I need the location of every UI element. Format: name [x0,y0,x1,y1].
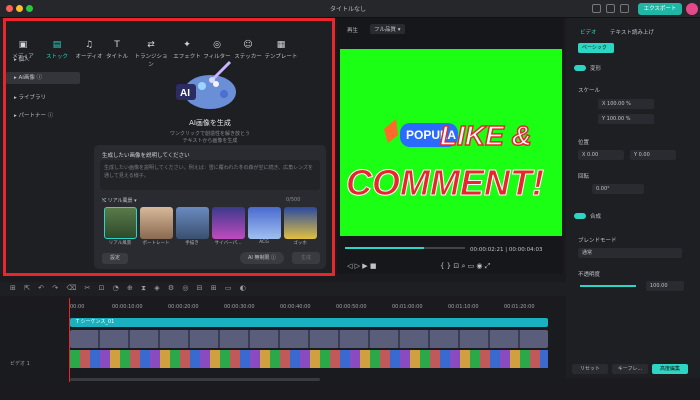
playhead[interactable] [69,298,70,382]
minimize-window-button[interactable] [16,5,23,12]
close-window-button[interactable] [6,5,13,12]
tab-video[interactable]: ビデオ [580,28,597,36]
position-y-field[interactable]: Y 0.00 [630,150,676,160]
opacity-label: 不透明度 [578,272,601,278]
rotate-label: 回転 [578,174,590,180]
ruler-tick: 00:00:30:00 [224,304,255,310]
reset-button[interactable]: リセット [572,364,608,374]
svg-text:COMMENT!: COMMENT! [346,162,544,203]
transform-label: 変形 [590,66,602,72]
zoom-window-button[interactable] [26,5,33,12]
playback-controls[interactable]: ◁ ▷ ▶ ■ [347,262,376,270]
blend-label: ブレンドモード [578,238,617,244]
basic-tab[interactable]: ベーシック [578,43,614,53]
timeline-scrollbar[interactable] [70,378,320,381]
advanced-edit-button[interactable]: 高度編集 [652,364,688,374]
ruler-tick: 00:00:50:00 [336,304,367,310]
video-track-2[interactable] [70,330,548,348]
ruler-tick: 00:00 [70,304,85,310]
ruler-tick: 00:01:20:00 [504,304,535,310]
ruler-tick: 00:00:40:00 [280,304,311,310]
video-track-1[interactable] [70,350,548,368]
position-x-field[interactable]: X 0.00 [578,150,624,160]
position-label: 位置 [578,140,590,146]
blend-select[interactable]: 通常 [578,248,682,258]
preview-canvas[interactable]: POPULA LIKE & COMMENT! [340,49,562,236]
scale-y-field[interactable]: Y 100.00 % [598,114,654,124]
transform-toggle[interactable] [574,65,586,71]
ruler-tick: 00:00:20:00 [168,304,199,310]
preview-label: 再生 [347,28,359,34]
preview-seekbar-fill [345,247,425,249]
ruler-tick: 00:00:10:00 [112,304,143,310]
track-label: ビデオ 1 [10,361,30,367]
svg-text:LIKE &: LIKE & [440,120,532,151]
cloud-icon[interactable] [620,4,629,13]
window-title: タイトルなし [330,6,367,13]
rotate-field[interactable]: 0.00° [592,184,644,194]
layout-icon[interactable] [592,4,601,13]
property-panel [566,18,700,378]
quality-select[interactable]: フル品質 ▾ [370,24,405,34]
share-icon[interactable] [606,4,615,13]
keyframe-button[interactable]: キーフレ... [612,364,648,374]
like-comment-graphic: POPULA LIKE & COMMENT! [346,119,544,204]
composite-toggle[interactable] [574,213,586,219]
ruler-tick: 00:01:10:00 [448,304,479,310]
highlight-box [3,18,335,276]
opacity-field[interactable]: 100.00 [646,281,684,291]
avatar[interactable] [686,3,698,15]
timeline-tools[interactable]: ⊞ ⇱ ↶ ↷ ⌫ ✂ ⊡ ◔ ⊕ ⧗ ◈ ⚙ ◎ ⊟ ⊞ ▭ ◐ [10,284,249,293]
scale-x-field[interactable]: X 100.00 % [598,99,654,109]
opacity-slider[interactable] [580,285,636,287]
composite-label: 合成 [590,214,602,220]
export-button[interactable]: エクスポート [638,3,682,15]
sequence-clip[interactable]: T シーケンス_01 [70,318,548,327]
scale-label: スケール [578,88,601,94]
timecode: 00:00:02:21 | 00:00:04:03 [470,247,543,253]
ruler-tick: 00:01:00:00 [392,304,423,310]
tab-tts[interactable]: テキスト読み上げ [610,28,654,36]
preview-tools[interactable]: { } ⊡ ⌕ ▭ ◉ ⤢ [440,262,490,271]
